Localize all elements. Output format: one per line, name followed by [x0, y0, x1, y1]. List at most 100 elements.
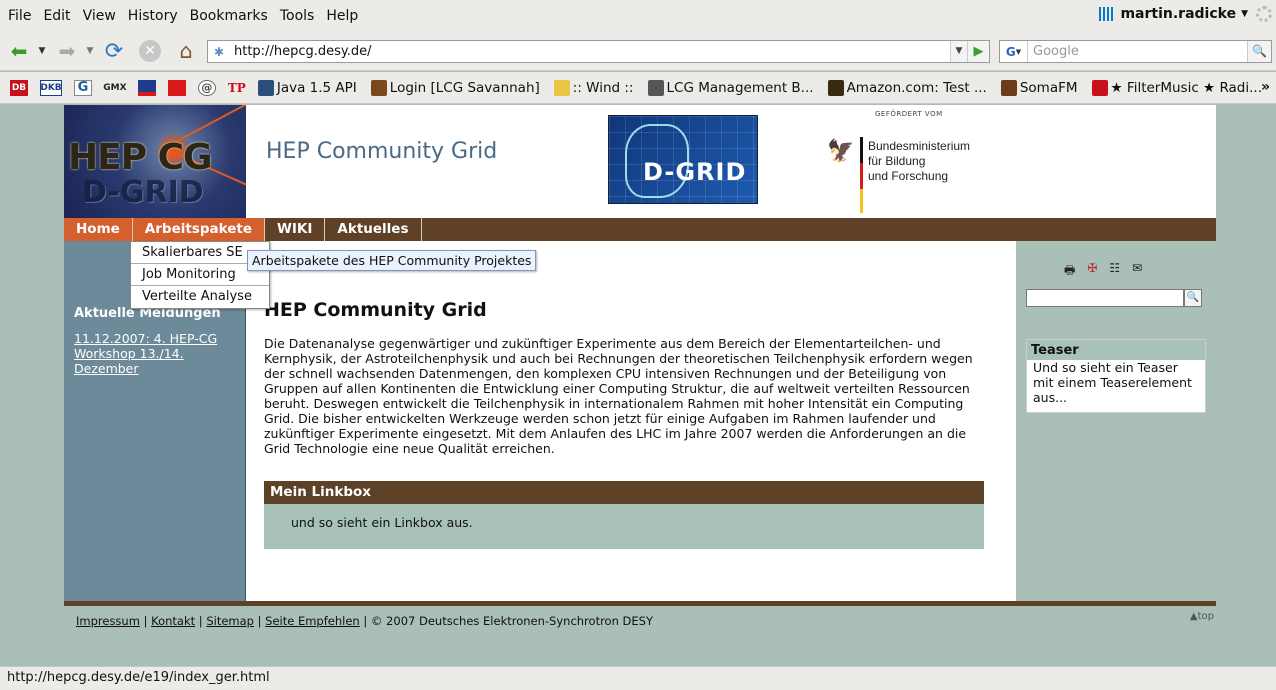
gnu-icon — [370, 79, 387, 96]
menu-history[interactable]: History — [122, 8, 184, 24]
page-tools: 🖶 ✠ ☷ ✉ — [1064, 261, 1142, 282]
bookmark-spon-icon[interactable] — [167, 79, 186, 96]
bookmark-google-icon[interactable]: G — [73, 79, 92, 96]
menu-help[interactable]: Help — [320, 8, 364, 24]
menu-edit[interactable]: Edit — [37, 8, 76, 24]
network-icon — [1099, 7, 1116, 21]
menu-view[interactable]: View — [77, 8, 122, 24]
back-history-dropdown[interactable]: ▼ — [36, 39, 48, 63]
footer-link-seite-empfehlen[interactable]: Seite Empfehlen — [265, 614, 360, 628]
user-menu[interactable]: martin.radicke ▼ — [1099, 6, 1248, 22]
bookmark-flag-icon[interactable] — [137, 79, 156, 96]
menu-file[interactable]: File — [2, 8, 37, 24]
go-button[interactable]: ▶ — [967, 41, 989, 62]
page-title: HEP Community Grid — [264, 299, 487, 321]
dgrid-logo-text: D-GRID — [643, 158, 747, 186]
bookmark-item[interactable]: ★ FilterMusic ★ Radi... — [1091, 79, 1262, 96]
back-button[interactable]: ⬅ — [6, 39, 32, 63]
url-bar[interactable]: ✱ http://hepcg.desy.de/ ▼ ▶ — [207, 40, 990, 63]
search-icon[interactable]: 🔍 — [1247, 41, 1271, 62]
mail-icon[interactable]: ✉ — [1132, 261, 1142, 282]
intro-text: Die Datenanalyse gegenwärtiger und zukün… — [264, 336, 973, 456]
arrow-left-icon: ⬅ — [10, 39, 28, 63]
home-icon: ⌂ — [179, 39, 193, 63]
home-button[interactable]: ⌂ — [173, 39, 199, 63]
chevron-down-icon: ▼ — [1241, 9, 1248, 19]
bookmark-db-icon[interactable]: DB — [10, 79, 28, 96]
url-input[interactable]: http://hepcg.desy.de/ — [230, 44, 950, 59]
bmbf-name-line: Bundesministerium — [868, 139, 971, 153]
search-engine-selector[interactable]: G ▼ — [1000, 41, 1028, 62]
sun-icon — [257, 79, 274, 96]
stop-button[interactable]: ✕ — [137, 39, 163, 63]
bookmark-item[interactable]: Login [LCG Savannah] — [370, 79, 540, 96]
page-footer: Impressum | Kontakt | Sitemap | Seite Em… — [64, 601, 1216, 635]
news-link[interactable]: 11.12.2007: 4. HEP-CG Workshop 13./14. D… — [74, 331, 234, 376]
site-search-button[interactable]: 🔍 — [1184, 289, 1202, 307]
url-history-dropdown[interactable]: ▼ — [950, 41, 967, 62]
bookmarks-toolbar: DB DKB G GMX @ TP Java 1.5 API Login [LC… — [0, 72, 1276, 104]
navigation-toolbar: ⬅ ▼ ➡ ▼ ⟳ ✕ ⌂ ✱ http://hepcg.desy.de/ ▼ … — [0, 31, 1276, 71]
footer-links: Impressum | Kontakt | Sitemap | Seite Em… — [76, 614, 653, 628]
footer-link-sitemap[interactable]: Sitemap — [206, 614, 254, 628]
nav-tab-wiki[interactable]: WIKI — [265, 218, 326, 241]
bmbf-name-line: und Forschung — [868, 169, 949, 183]
logo-text-dgrid: D-GRID — [82, 175, 204, 210]
dropdown-item-verteilte-analyse[interactable]: Verteilte Analyse — [131, 286, 269, 308]
bmbf-logo[interactable]: GEFÖRDERT VOM 🦅 Bundesministerium für Bi… — [821, 107, 986, 215]
nav-tab-home[interactable]: Home — [64, 218, 133, 241]
search-bar[interactable]: G ▼ Google 🔍 — [999, 40, 1272, 63]
linkbox-title: Mein Linkbox — [264, 481, 984, 504]
federal-eagle-icon: 🦅 — [827, 139, 855, 164]
bookmark-item[interactable]: LCG Management B... — [647, 79, 814, 96]
reload-button[interactable]: ⟳ — [101, 38, 127, 64]
bookmark-dkb-icon[interactable]: DKB — [40, 79, 62, 96]
hepcg-logo[interactable]: HEP CG D-GRID — [64, 105, 246, 218]
dgrid-logo[interactable]: D-GRID — [608, 115, 758, 204]
flag-stripe-red — [860, 163, 863, 189]
back-to-top-link[interactable]: ▲top — [1190, 611, 1214, 622]
bookmark-at-icon[interactable]: @ — [197, 79, 216, 96]
filtermusic-icon — [1091, 79, 1108, 96]
throbber-icon — [1256, 6, 1272, 22]
back-to-top-label: top — [1197, 611, 1214, 622]
nav-tooltip: Arbeitspakete des HEP Community Projekte… — [247, 250, 537, 271]
bookmarks-overflow-button[interactable]: » — [1261, 79, 1270, 95]
right-sidebar: 🖶 ✠ ☷ ✉ 🔍 Teaser Und so sieht ein Teaser… — [1016, 241, 1216, 601]
bookmark-gmx-icon[interactable]: GMX — [103, 80, 126, 96]
site-favicon-icon: ✱ — [213, 44, 225, 59]
bmbf-caption: GEFÖRDERT VOM — [875, 110, 943, 118]
menu-tools[interactable]: Tools — [274, 8, 321, 24]
linkbox-text: und so sieht ein Linkbox aus. — [291, 515, 473, 530]
user-name: martin.radicke — [1120, 6, 1237, 22]
bmbf-name-line: für Bildung — [868, 154, 926, 168]
bookmark-tp-icon[interactable]: TP — [228, 80, 246, 96]
bookmark-item[interactable]: SomaFM — [1000, 79, 1078, 96]
google-icon: G — [1005, 44, 1016, 59]
language-flag-icon[interactable]: ✠ — [1087, 261, 1097, 282]
amazon-icon — [827, 79, 844, 96]
nav-tab-arbeitspakete[interactable]: Arbeitspakete — [132, 218, 265, 241]
menu-bookmarks[interactable]: Bookmarks — [184, 8, 274, 24]
footer-link-impressum[interactable]: Impressum — [76, 614, 140, 628]
flag-stripe-gold — [860, 189, 863, 213]
print-icon[interactable]: 🖶 — [1064, 261, 1075, 282]
bookmark-folder[interactable]: :: Wind :: — [553, 79, 634, 96]
site-title: HEP Community Grid — [266, 139, 498, 164]
menu-bar: File Edit View History Bookmarks Tools H… — [0, 0, 1276, 31]
sitemap-icon[interactable]: ☷ — [1109, 261, 1120, 282]
forward-button[interactable]: ➡ — [54, 39, 80, 63]
logo-text-hepcg: HEP CG — [68, 137, 213, 178]
footer-link-kontakt[interactable]: Kontakt — [151, 614, 195, 628]
search-input[interactable]: Google — [1028, 44, 1247, 59]
bookmark-item[interactable]: Java 1.5 API — [257, 79, 357, 96]
status-bar: http://hepcg.desy.de/e19/index_ger.html — [0, 666, 1276, 690]
linkbox: Mein Linkbox und so sieht ein Linkbox au… — [264, 481, 984, 549]
site-search-input[interactable] — [1026, 289, 1184, 307]
nav-tab-aktuelles[interactable]: Aktuelles — [325, 218, 422, 241]
reload-icon: ⟳ — [104, 38, 124, 64]
forward-history-dropdown[interactable]: ▼ — [84, 39, 96, 63]
bookmark-item[interactable]: Amazon.com: Test ... — [827, 79, 987, 96]
teaser-box: Teaser Und so sieht ein Teaser mit einem… — [1026, 339, 1206, 413]
somafm-icon — [1000, 79, 1017, 96]
